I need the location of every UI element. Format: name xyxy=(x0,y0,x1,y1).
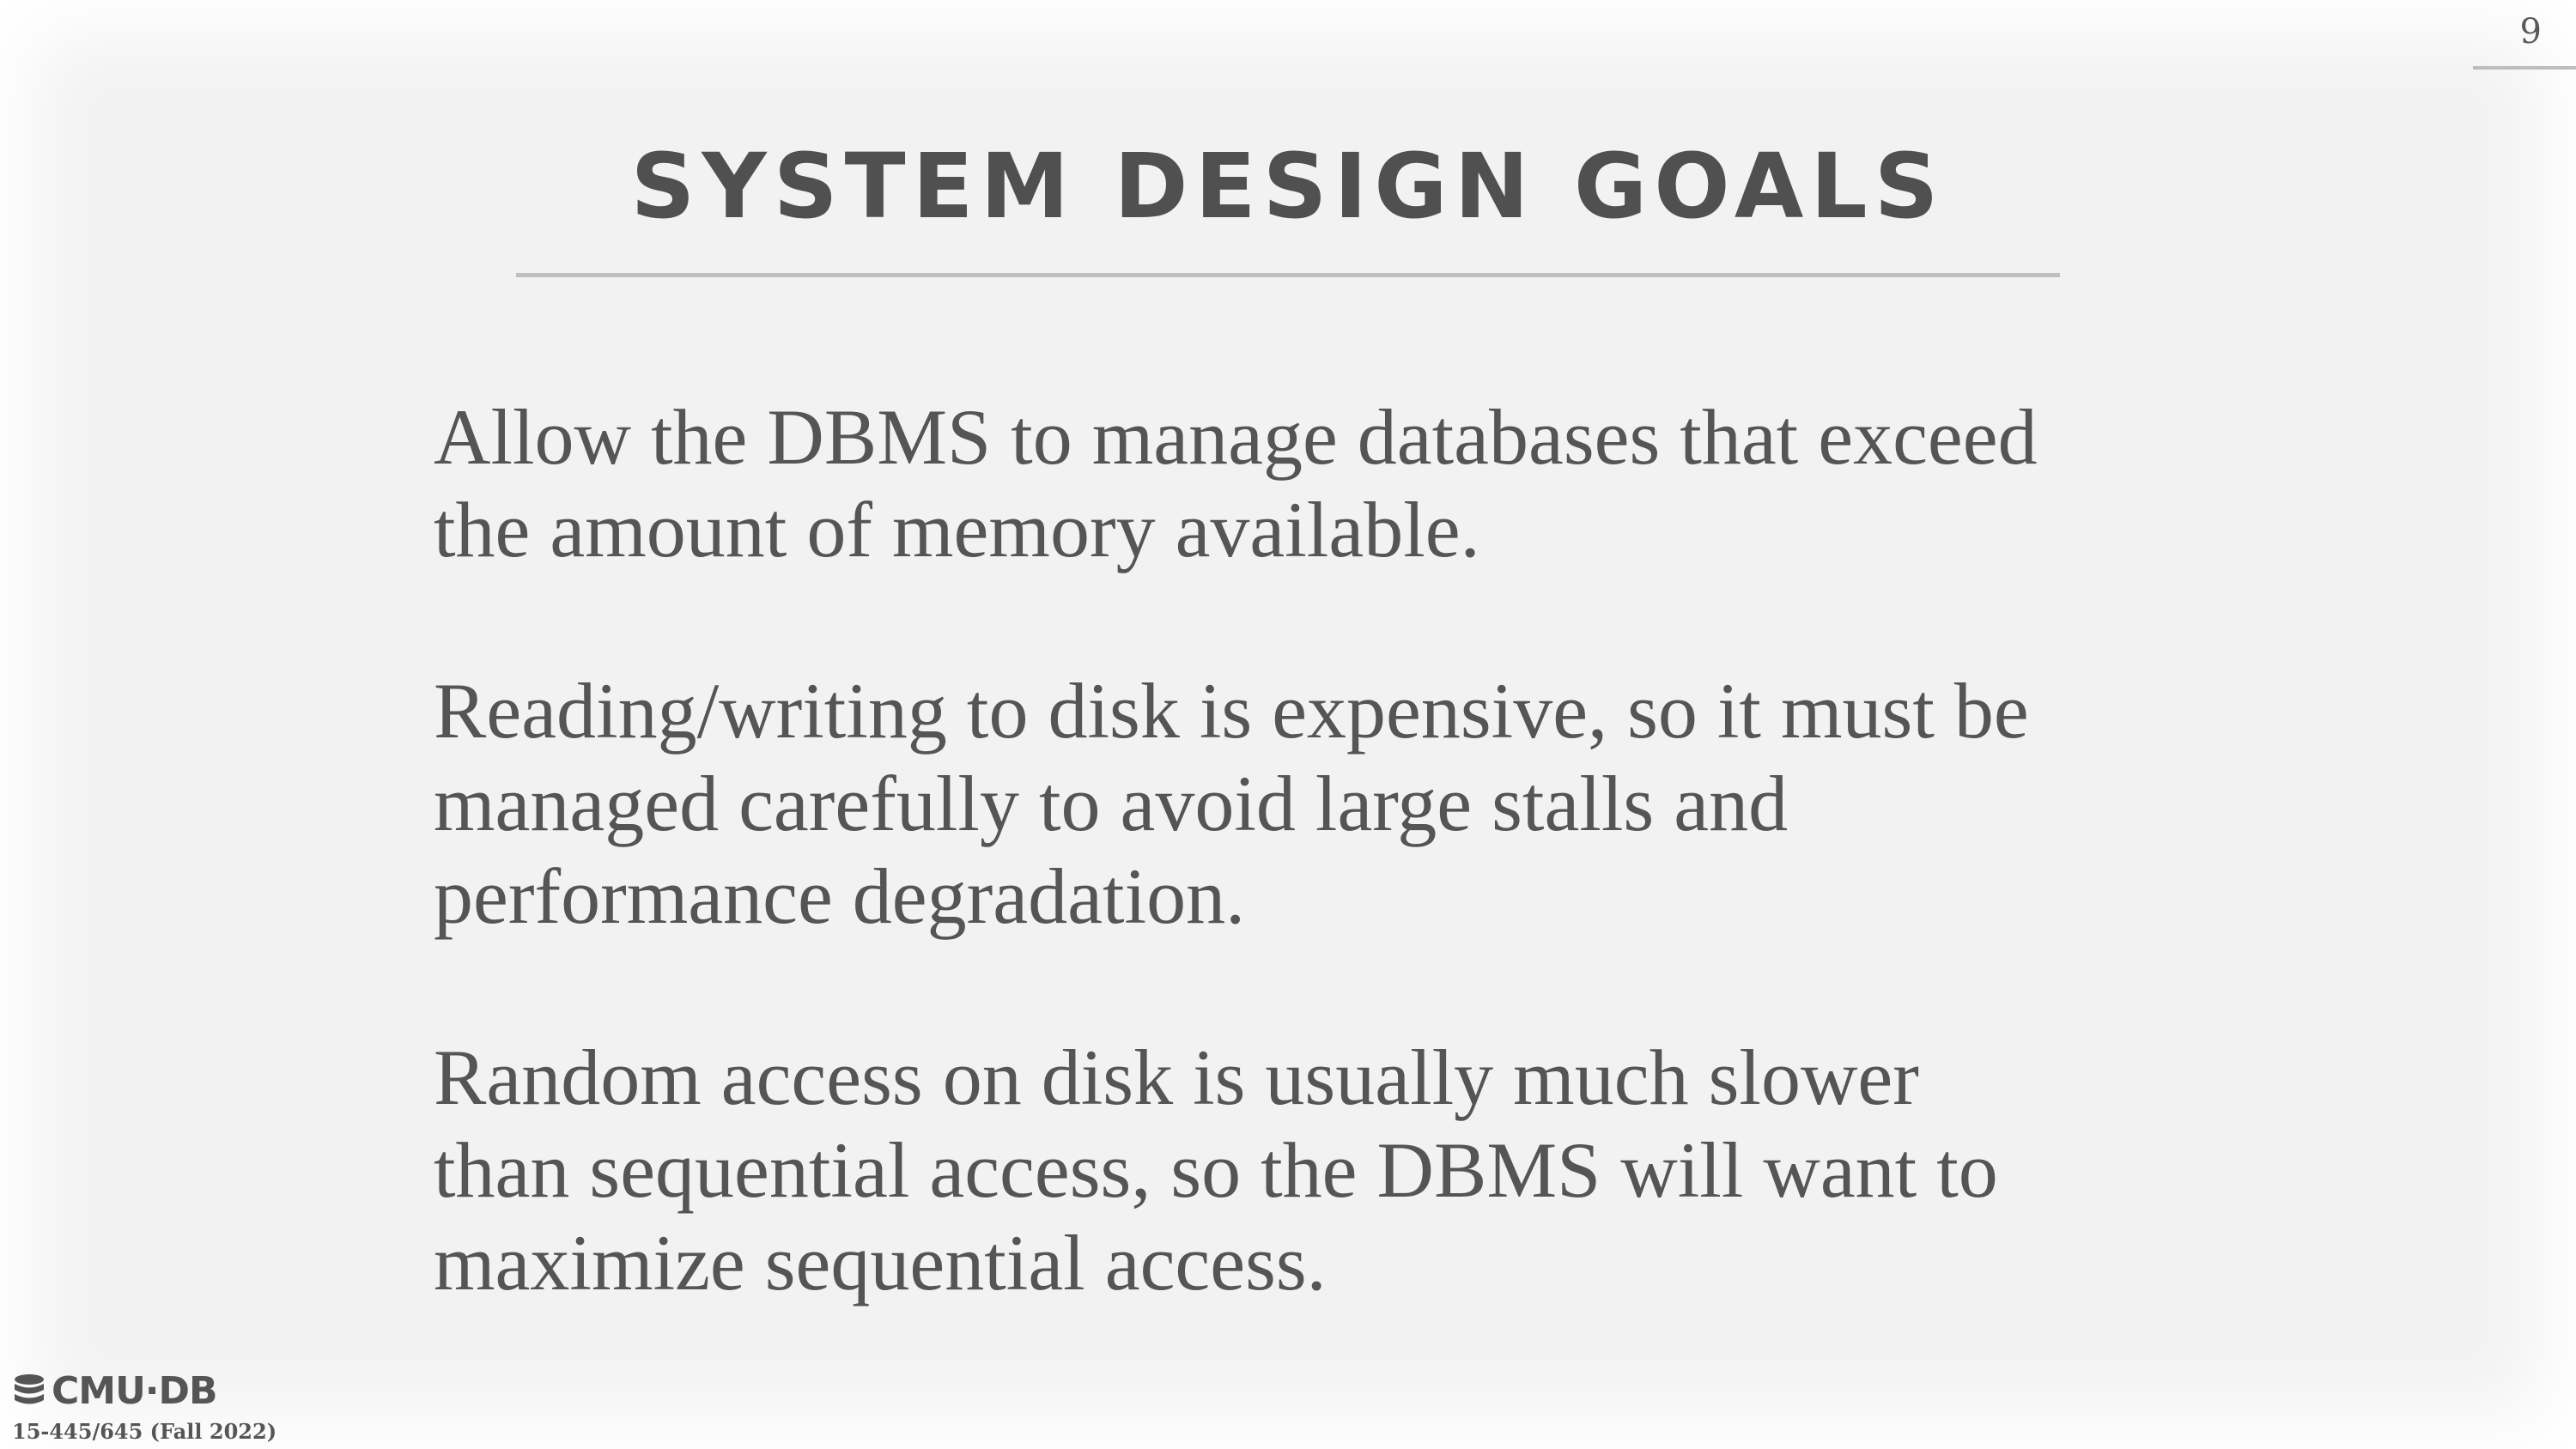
page-number: 9 xyxy=(2519,12,2542,52)
body-paragraph-1: Allow the DBMS to manage databases that … xyxy=(434,393,2038,573)
body-paragraph-2: Reading/writing to disk is expensive, so… xyxy=(434,667,2029,940)
slide: 9 SYSTEM DESIGN GOALS Allow the DBMS to … xyxy=(0,0,2576,1449)
body-paragraph-3: Random access on disk is usually much sl… xyxy=(434,1034,1998,1307)
title-underline xyxy=(516,273,2060,277)
slide-body: Allow the DBMS to manage databases that … xyxy=(434,391,2237,1397)
course-label: 15-445/645 (Fall 2022) xyxy=(12,1419,277,1444)
slide-title: SYSTEM DESIGN GOALS xyxy=(630,134,1946,239)
database-icon xyxy=(15,1373,44,1404)
logo-text: CMU·DB xyxy=(52,1369,218,1413)
cmu-db-logo: CMU·DB xyxy=(12,1369,218,1413)
page-number-rule xyxy=(2473,66,2576,70)
